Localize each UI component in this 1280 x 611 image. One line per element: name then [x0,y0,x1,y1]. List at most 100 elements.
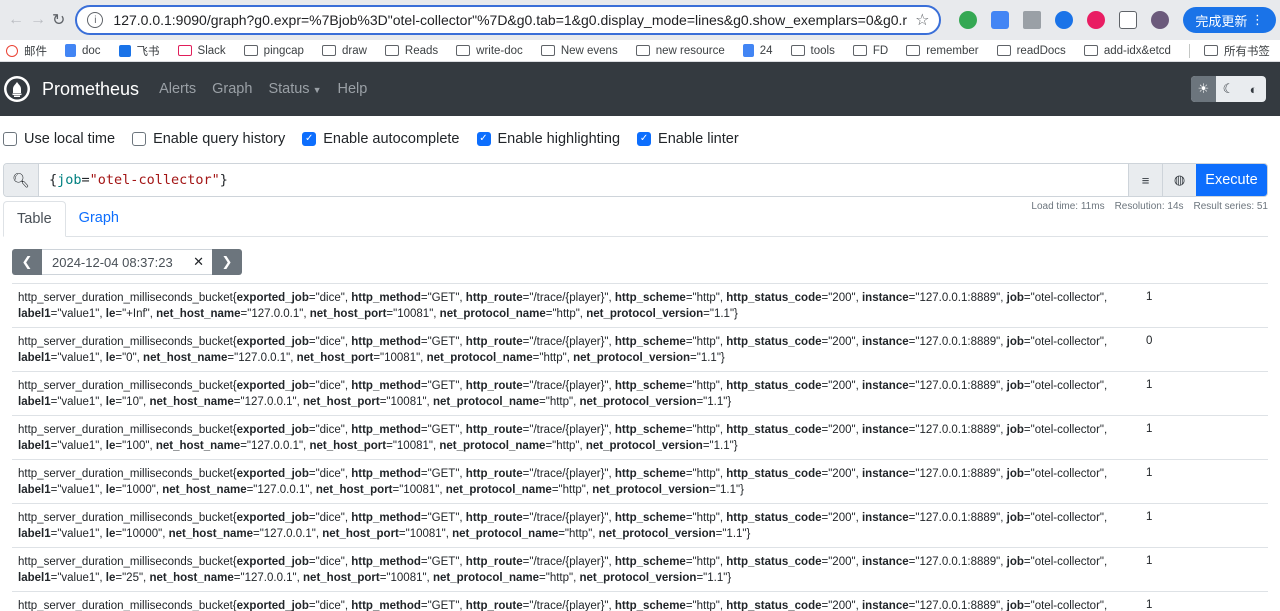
back-icon[interactable]: ← [8,8,24,32]
execute-button[interactable]: Execute [1196,164,1267,196]
light-theme-icon[interactable]: ☀ [1191,76,1216,102]
highlighting-option[interactable]: ✓ Enable highlighting [476,131,620,147]
label-value: ="127.0.0.1", [240,440,310,452]
mail-extension-icon[interactable] [1023,11,1042,29]
extensions-puzzle-icon[interactable] [1119,11,1138,29]
auto-theme-icon[interactable]: ◐ [1241,76,1266,102]
address-bar-url[interactable]: 127.0.0.1:9090/graph?g0.expr=%7Bjob%3D"o… [113,12,907,28]
bookmark-item[interactable]: Slack [177,45,226,57]
reload-icon[interactable]: ↻ [52,8,65,32]
label-value: ="200", [821,292,862,304]
label-name: label1 [18,484,51,496]
label-value: ="value1", [50,396,106,408]
bookmark-item[interactable]: doc [65,44,101,57]
label-value: ="otel-collector", [1023,512,1108,524]
label-name: net_host_port [309,440,387,452]
label-value: ="127.0.0.1:8889", [908,600,1007,611]
metric-brace: } [734,308,738,320]
series-value: 1 [1146,379,1153,391]
label-name: net_protocol_version [585,440,703,452]
evaluation-time-input[interactable]: 2024-12-04 08:37:23 ✕ [42,249,212,275]
update-button[interactable]: 完成更新 ⋮ [1183,7,1277,33]
forward-icon[interactable]: → [30,8,46,32]
nav-alerts[interactable]: Alerts [159,81,196,97]
feishu-icon [118,44,131,57]
label-value: ="10081", [386,308,440,320]
query-token: job [57,172,82,188]
use-local-time-option[interactable]: Use local time [3,131,115,147]
bookmark-item[interactable]: 24 [742,44,773,57]
query-history-checkbox[interactable] [132,131,147,146]
bookmark-item[interactable]: readDocs [996,45,1066,57]
grammarly-extension-icon[interactable] [959,11,978,29]
label-name: exported_job [236,292,309,304]
load-time: Load time: 11ms [1031,201,1105,212]
autocomplete-option[interactable]: ✓ Enable autocomplete [302,131,460,147]
profile-avatar[interactable] [1151,11,1170,29]
label-value: ="127.0.0.1:8889", [908,556,1007,568]
label-name: job [1006,600,1024,611]
label-name: http_status_code [726,424,822,436]
label-name: net_protocol_version [573,352,691,364]
label-value: ="10081", [373,352,427,364]
query-input[interactable]: {job = "otel-collector"} [39,164,1128,196]
bookmark-star-icon[interactable]: ☆ [915,10,929,30]
format-query-icon[interactable]: ≡ [1128,164,1162,196]
highlighting-checkbox[interactable]: ✓ [476,131,491,146]
query-history-option[interactable]: Enable query history [132,131,285,147]
sparkle-extension-icon[interactable] [1087,11,1106,29]
nav-status[interactable]: Status ▼ [268,81,321,97]
label-name: net_host_name [149,396,234,408]
bookmark-item[interactable]: remember [906,45,979,57]
label-value: ="200", [821,336,862,348]
series-labels: http_server_duration_milliseconds_bucket… [18,598,1138,611]
label-value: ="10081", [379,396,433,408]
bookmark-item[interactable]: Reads [384,45,438,57]
bookmark-item[interactable]: pingcap [243,45,304,57]
autocomplete-checkbox[interactable]: ✓ [302,131,317,146]
bookmark-item[interactable]: 邮件 [6,43,47,59]
linter-checkbox[interactable]: ✓ [637,131,652,146]
site-info-icon[interactable]: i [87,12,104,28]
bookmark-item[interactable]: add-idx&etcd [1083,45,1171,57]
translate-extension-icon[interactable] [991,11,1010,29]
chevron-left-icon[interactable]: ❮ [12,249,42,275]
prometheus-logo-icon[interactable] [4,76,30,102]
app-brand[interactable]: Prometheus [42,79,139,100]
bookmark-item[interactable]: FD [852,45,888,57]
label-name: http_method [351,292,421,304]
folder-icon [906,45,921,56]
caret-down-icon: ▼ [312,85,322,95]
metrics-explorer-icon[interactable]: ◍ [1162,164,1196,196]
tab-table[interactable]: Table [3,201,66,237]
all-bookmarks-item[interactable]: 所有书签 [1203,43,1270,59]
label-value: ="GET", [420,380,466,392]
bookmark-item[interactable]: New evens [540,45,618,57]
linter-option[interactable]: ✓ Enable linter [637,131,739,147]
bookmark-item[interactable]: write-doc [456,45,523,57]
use-local-time-checkbox[interactable] [3,131,17,146]
address-bar[interactable]: i 127.0.0.1:9090/graph?g0.expr=%7Bjob%3D… [75,5,942,35]
dark-theme-icon[interactable]: ☾ [1216,76,1241,102]
bookmark-label: doc [82,44,101,57]
bookmark-item[interactable]: new resource [635,45,725,57]
table-row: http_server_duration_milliseconds_bucket… [12,548,1268,592]
query-token: = [81,172,90,188]
metric-name: http_server_duration_milliseconds_bucket… [18,512,237,524]
bookmark-label: 飞书 [136,45,160,58]
bookmark-item[interactable]: draw [321,45,367,57]
compass-extension-icon[interactable] [1055,11,1074,29]
bookmark-item[interactable]: tools [790,45,835,57]
label-value: ="otel-collector", [1023,600,1108,611]
clear-time-icon[interactable]: ✕ [193,254,204,270]
doc-icon [742,44,754,57]
label-value: ="200", [821,424,862,436]
label-value: ="value1", [50,484,106,496]
tab-graph[interactable]: Graph [66,200,132,236]
bookmark-item[interactable]: 飞书 [118,43,160,59]
google-icon [6,44,18,57]
nav-graph[interactable]: Graph [212,81,252,97]
nav-help[interactable]: Help [337,81,367,97]
label-name: http_route [465,468,523,480]
chevron-right-icon[interactable]: ❯ [212,249,242,275]
